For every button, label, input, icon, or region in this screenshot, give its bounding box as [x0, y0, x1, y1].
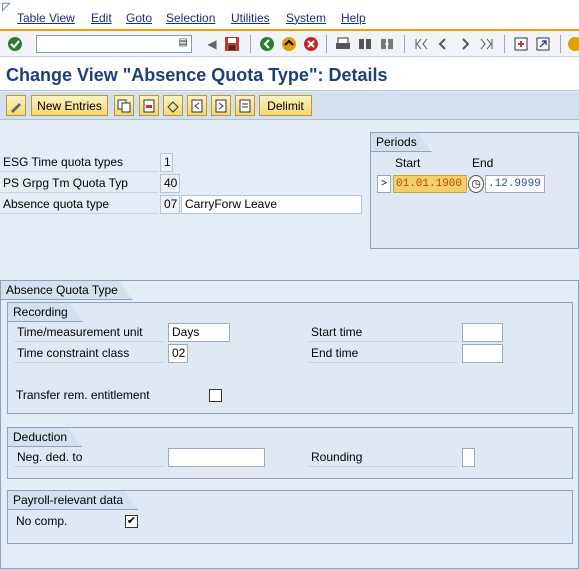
select-all-icon[interactable] — [235, 95, 255, 116]
time-unit-label: Time/measurement unit — [14, 323, 164, 342]
find-next-icon[interactable] — [378, 35, 396, 53]
rounding-input[interactable] — [462, 448, 475, 467]
copy-icon[interactable] — [114, 95, 134, 116]
print-icon[interactable] — [334, 35, 352, 53]
no-comp-label: No comp. — [16, 514, 68, 528]
time-unit-input[interactable]: Days — [168, 323, 230, 342]
time-constraint-input[interactable]: 02 — [168, 344, 188, 363]
command-dropdown-icon[interactable]: ▤ — [179, 37, 188, 48]
menu-help[interactable]: Help — [341, 11, 366, 25]
delimit-button[interactable]: Delimit — [259, 95, 312, 116]
separator — [504, 35, 505, 53]
help-icon[interactable] — [566, 35, 579, 53]
shortcut-icon[interactable] — [534, 35, 552, 53]
esg-label: ESG Time quota types — [0, 153, 158, 172]
menu-table-view[interactable]: Table View — [17, 11, 75, 25]
absence-quota-type-text: CarryForw Leave — [181, 195, 362, 214]
absence-quota-type-section-title: Absence Quota Type — [1, 281, 133, 300]
ps-grpg-label: PS Grpg Tm Quota Typ — [0, 174, 158, 193]
payroll-group-title: Payroll-relevant data — [8, 491, 138, 510]
page-title: Change View "Absence Quota Type": Detail… — [6, 65, 388, 85]
transfer-entitlement-label: Transfer rem. entitlement — [16, 388, 150, 402]
menu-goto[interactable]: Goto — [126, 11, 152, 25]
save-icon[interactable] — [223, 35, 241, 53]
find-icon[interactable] — [356, 35, 374, 53]
no-comp-checkbox[interactable]: ✔ — [125, 515, 138, 528]
absence-quota-type-section: Absence Quota Type Recording Time/measur… — [0, 280, 579, 569]
delete-icon[interactable] — [139, 95, 159, 116]
cancel-icon[interactable] — [302, 35, 320, 53]
create-session-icon[interactable] — [512, 35, 530, 53]
deduction-group: Deduction Neg. ded. to Rounding — [7, 427, 573, 479]
period-end-input[interactable]: .12.9999 — [485, 175, 545, 193]
title-bar: Change View "Absence Quota Type": Detail… — [0, 57, 579, 91]
period-selection-marker[interactable]: > — [377, 175, 391, 193]
enter-icon[interactable] — [6, 35, 24, 53]
payroll-group: Payroll-relevant data No comp. ✔ — [7, 490, 573, 544]
periods-group: Periods Start End > 01.01.1900 ◷ .12.999… — [370, 132, 579, 249]
time-constraint-label: Time constraint class — [14, 344, 164, 363]
next-entry-icon[interactable] — [211, 95, 231, 116]
start-time-input[interactable] — [462, 323, 503, 342]
end-time-input[interactable] — [462, 344, 503, 363]
new-entries-button[interactable]: New Entries — [31, 95, 108, 116]
recording-group-title: Recording — [8, 303, 83, 322]
separator — [326, 35, 327, 53]
recording-group: Recording Time/measurement unit Days Tim… — [7, 302, 573, 414]
neg-ded-input[interactable] — [168, 448, 265, 467]
first-page-icon[interactable] — [412, 35, 430, 53]
menu-system[interactable]: System — [286, 11, 326, 25]
absence-quota-type-label: Absence quota type — [0, 195, 158, 214]
calendar-icon[interactable]: ◷ — [468, 175, 484, 193]
next-page-icon[interactable] — [456, 35, 474, 53]
window-menu-icon[interactable]: ◸ — [2, 0, 10, 13]
rounding-label: Rounding — [308, 448, 458, 467]
separator — [250, 35, 251, 53]
previous-page-icon[interactable] — [434, 35, 452, 53]
last-page-icon[interactable] — [478, 35, 496, 53]
menu-bar: ◸ Table View Edit Goto Selection Utiliti… — [0, 0, 579, 31]
period-end-label: End — [472, 156, 494, 170]
period-start-label: Start — [395, 156, 421, 170]
separator — [560, 35, 561, 53]
neg-ded-label: Neg. ded. to — [14, 448, 164, 467]
undo-icon[interactable] — [163, 95, 183, 116]
display-change-icon[interactable] — [6, 95, 26, 116]
menu-edit[interactable]: Edit — [91, 11, 112, 25]
periods-group-title: Periods — [371, 133, 432, 152]
transfer-entitlement-checkbox[interactable] — [209, 389, 222, 402]
menu-utilities[interactable]: Utilities — [231, 11, 270, 25]
application-toolbar: New Entries Delimit — [0, 92, 579, 120]
previous-entry-icon[interactable] — [187, 95, 207, 116]
separator — [404, 35, 405, 53]
back-arrow-icon[interactable]: ◀ — [203, 35, 221, 53]
menu-selection[interactable]: Selection — [166, 11, 215, 25]
ps-grpg-value: 40 — [160, 174, 180, 193]
deduction-group-title: Deduction — [8, 428, 82, 447]
period-start-input[interactable]: 01.01.1900 — [393, 175, 467, 193]
esg-value: 1 — [160, 153, 173, 172]
absence-quota-type-value: 07 — [160, 195, 180, 214]
back-icon[interactable] — [258, 35, 276, 53]
command-field[interactable]: ▤ — [36, 35, 192, 53]
exit-icon[interactable] — [280, 35, 298, 53]
system-toolbar: ▤ ◀ — [0, 31, 579, 57]
end-time-label: End time — [308, 344, 458, 363]
start-time-label: Start time — [308, 323, 458, 342]
